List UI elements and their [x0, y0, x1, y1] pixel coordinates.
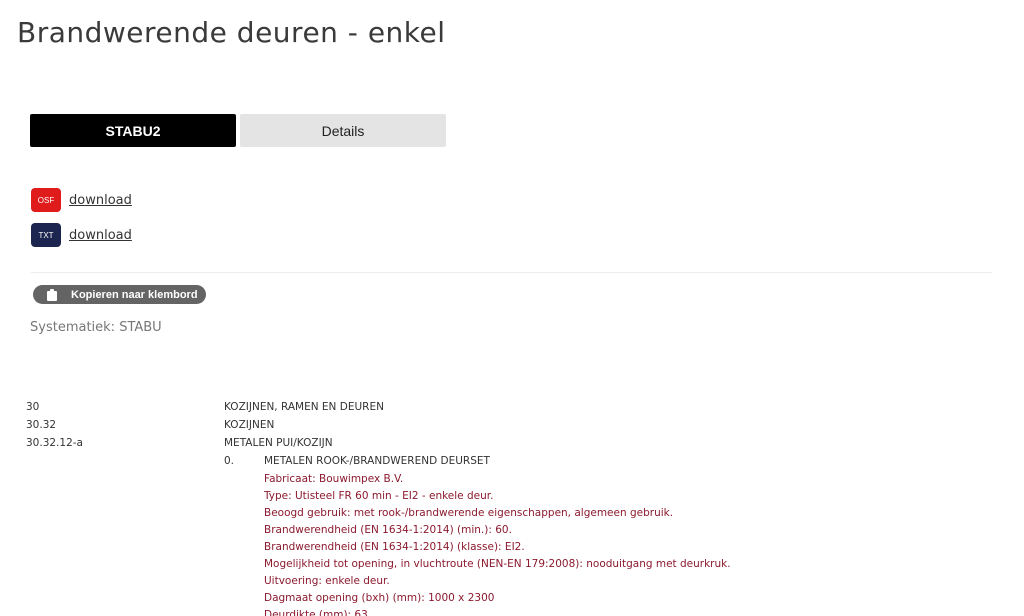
spec-sub-number: 0.: [224, 455, 235, 467]
spec-row: 30 KOZIJNEN, RAMEN EN DEUREN: [26, 398, 731, 416]
spec-sub-row: 0. METALEN ROOK-/BRANDWEREND DEURSET: [26, 452, 731, 470]
systematiek-label: Systematiek: STABU: [30, 320, 162, 335]
spec-property: Mogelijkheid tot opening, in vluchtroute…: [264, 557, 731, 570]
page-title: Brandwerende deuren - enkel: [17, 16, 446, 49]
spec-property: Brandwerendheid (EN 1634-1:2014) (klasse…: [264, 540, 525, 553]
divider: [31, 272, 992, 273]
spec-properties: Fabricaat: Bouwimpex B.V. Type: Utisteel…: [26, 470, 731, 616]
download-list: OSF download TXT download: [31, 188, 132, 258]
spec-property: Beoogd gebruik: met rook-/brandwerende e…: [264, 506, 674, 519]
spec-property: Fabricaat: Bouwimpex B.V.: [264, 472, 404, 485]
spec-title: KOZIJNEN, RAMEN EN DEUREN: [224, 401, 384, 413]
spec-code: 30.32: [26, 419, 57, 431]
spec-text: 30 KOZIJNEN, RAMEN EN DEUREN 30.32 KOZIJ…: [26, 398, 731, 616]
spec-property: Type: Utisteel FR 60 min - EI2 - enkele …: [264, 489, 494, 502]
txt-file-icon: TXT: [31, 223, 61, 247]
clipboard-icon: [47, 288, 57, 301]
download-txt-row: TXT download: [31, 223, 132, 247]
spec-property: Brandwerendheid (EN 1634-1:2014) (min.):…: [264, 523, 512, 536]
spec-title: KOZIJNEN: [224, 419, 275, 431]
spec-code: 30.32.12-a: [26, 437, 83, 449]
tab-bar: STABU2 Details: [30, 114, 446, 147]
spec-property: Uitvoering: enkele deur.: [264, 574, 390, 587]
tab-stabu2[interactable]: STABU2: [30, 114, 236, 147]
spec-row: 30.32 KOZIJNEN: [26, 416, 731, 434]
spec-property: Dagmaat opening (bxh) (mm): 1000 x 2300: [264, 591, 495, 604]
copy-to-clipboard-button[interactable]: Kopieren naar klembord: [33, 285, 206, 304]
tab-details[interactable]: Details: [240, 114, 446, 147]
spec-code: 30: [26, 401, 40, 413]
spec-row: 30.32.12-a METALEN PUI/KOZIJN: [26, 434, 731, 452]
spec-sub-title: METALEN ROOK-/BRANDWEREND DEURSET: [264, 455, 490, 467]
spec-property: Deurdikte (mm): 63: [264, 608, 368, 616]
download-osf-row: OSF download: [31, 188, 132, 212]
copy-button-label: Kopieren naar klembord: [71, 288, 198, 301]
spec-title: METALEN PUI/KOZIJN: [224, 437, 333, 449]
download-osf-link[interactable]: download: [69, 193, 132, 208]
osf-file-icon: OSF: [31, 188, 61, 212]
download-txt-link[interactable]: download: [69, 228, 132, 243]
